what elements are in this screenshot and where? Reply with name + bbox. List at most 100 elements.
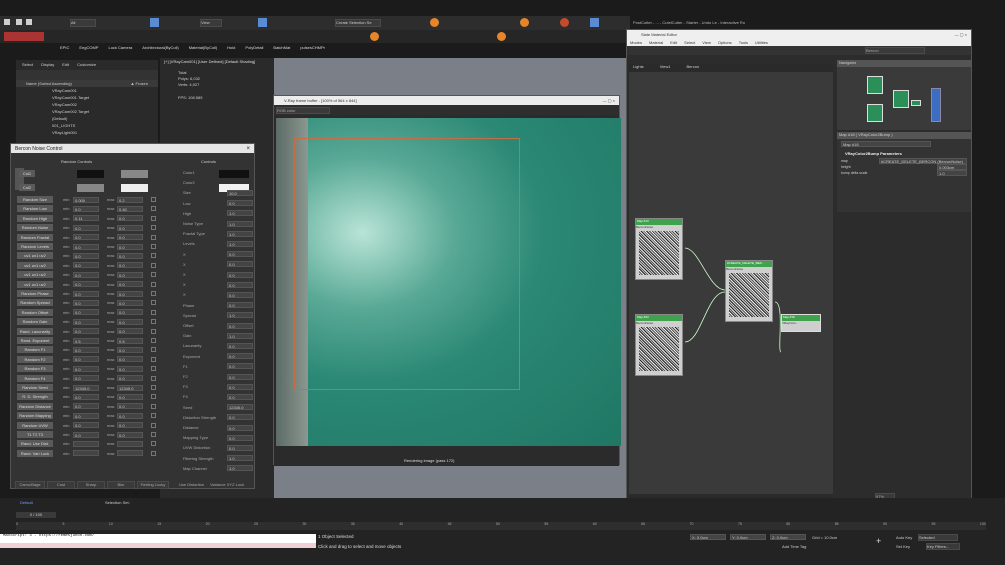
max-field[interactable]: 0.0: [117, 309, 143, 316]
random-toggle-button[interactable]: Random Phase: [17, 290, 53, 297]
row-checkbox[interactable]: [151, 328, 156, 334]
random-toggle-button[interactable]: Random F3: [17, 365, 53, 373]
max-field[interactable]: 0.0: [117, 393, 143, 400]
row-checkbox[interactable]: [151, 394, 156, 400]
min-field[interactable]: 0.0: [73, 262, 99, 269]
min-field[interactable]: 0.0: [73, 290, 99, 297]
close-icon[interactable]: ×: [246, 146, 254, 152]
row-checkbox[interactable]: [151, 347, 156, 353]
row-checkbox[interactable]: [151, 441, 156, 447]
tab-lights[interactable]: Lights: [633, 64, 644, 72]
col1-max-swatch[interactable]: [121, 170, 148, 178]
timeline-ruler[interactable]: 0 5 10 15 20 25 30 35 40 45 50 55 60 65 70 75 80 85 90 95 10…: [16, 522, 986, 530]
random-toggle-button[interactable]: Random Gain: [17, 318, 53, 326]
explorer-menu-display[interactable]: Display: [41, 62, 54, 67]
random-toggle-button[interactable]: Rand. Vari Lock: [17, 449, 53, 457]
ref-coord-dropdown[interactable]: View: [200, 19, 222, 27]
max-field[interactable]: 0.0: [117, 365, 143, 372]
explorer-name-header[interactable]: Name (Sorted Ascending): [26, 81, 72, 86]
menu-edit[interactable]: Edit: [670, 40, 677, 45]
control-field[interactable]: 0.0: [227, 281, 253, 288]
list-item[interactable]: VRayCam002: [52, 101, 158, 108]
random-toggle-button[interactable]: uv1 uv1 uv2: [17, 261, 53, 269]
max-field[interactable]: 0.40: [117, 205, 143, 212]
min-field[interactable]: 0.0: [73, 403, 99, 410]
node-map23[interactable]: Map #23 BerconNoise: [635, 314, 683, 376]
render-setup-icon[interactable]: [430, 18, 439, 27]
control-field[interactable]: 1.0: [227, 220, 253, 227]
max-field[interactable]: 0.0: [117, 431, 143, 438]
max-field[interactable]: 0.0: [117, 328, 143, 335]
row-checkbox[interactable]: [151, 206, 156, 212]
selection-set-label[interactable]: Selection Set:: [105, 500, 130, 505]
play-icon[interactable]: +: [876, 536, 886, 546]
control-field[interactable]: 0.0: [227, 302, 253, 309]
min-field[interactable]: 0.0: [73, 412, 99, 419]
max-field[interactable]: 0.0: [117, 318, 143, 325]
list-item[interactable]: VRayCam002.Target: [52, 108, 158, 115]
control-field[interactable]: 1.0: [227, 240, 253, 247]
tab-bercon[interactable]: Bercon: [687, 64, 700, 72]
min-field[interactable]: 0.000: [73, 196, 99, 203]
row-checkbox[interactable]: [151, 234, 156, 240]
row-checkbox[interactable]: [151, 356, 156, 362]
row-checkbox[interactable]: [151, 244, 156, 249]
min-field[interactable]: 0.0: [73, 375, 99, 382]
max-field[interactable]: 12345.0: [117, 384, 143, 391]
vray-icon[interactable]: [560, 18, 569, 27]
variance-lock-checkbox[interactable]: Variance XYZ Lock: [210, 482, 244, 487]
max-field[interactable]: [117, 450, 143, 457]
max-field[interactable]: 0.0: [117, 412, 143, 419]
undo-icon[interactable]: [4, 19, 10, 25]
row-checkbox[interactable]: [151, 413, 156, 419]
shelf-mat[interactable]: Material(ByColl): [189, 45, 217, 54]
material-ball-icon[interactable]: [497, 32, 506, 41]
set-key-button[interactable]: Set Key: [896, 544, 910, 549]
select-move-icon[interactable]: [150, 18, 159, 27]
ribbon-icons[interactable]: [4, 32, 44, 41]
key-mode-dropdown[interactable]: Selected: [918, 534, 958, 541]
explorer-menu-edit[interactable]: Edit: [62, 62, 69, 67]
render-region[interactable]: [294, 138, 520, 390]
max-field[interactable]: 0.0: [117, 356, 143, 363]
random-toggle-button[interactable]: Rand. Lacunarity: [17, 327, 53, 335]
control-field[interactable]: 0.0: [227, 414, 253, 421]
material-sphere-icon[interactable]: [370, 32, 379, 41]
max-field[interactable]: 0.0: [117, 375, 143, 382]
min-field[interactable]: 0.0: [73, 243, 99, 250]
shelf-epic[interactable]: EPIC: [60, 45, 69, 54]
list-item[interactable]: 001_LIGHTS: [52, 122, 158, 129]
max-field[interactable]: 0.0: [117, 271, 143, 278]
max-field[interactable]: 0.0: [117, 403, 143, 410]
max-field[interactable]: [117, 440, 143, 447]
menu-modes[interactable]: Modes: [630, 40, 642, 45]
use-distortion-checkbox[interactable]: Use Distortion: [179, 482, 204, 487]
min-field[interactable]: 0.0: [73, 328, 99, 335]
min-field[interactable]: 0.0: [73, 422, 99, 429]
random-toggle-button[interactable]: Random Size: [17, 196, 53, 203]
control-field[interactable]: 1.0: [227, 312, 253, 319]
max-field[interactable]: 0.0: [117, 224, 143, 231]
control-field[interactable]: 0.0: [227, 271, 253, 278]
random-toggle-button[interactable]: uv1 uv1 uv2: [17, 271, 53, 279]
random-toggle-button[interactable]: Random Low: [17, 205, 53, 213]
window-controls-icon[interactable]: — ▢ ×: [603, 98, 619, 103]
shelf-polydetail[interactable]: PolyDetail: [245, 45, 263, 54]
min-field[interactable]: 0.11: [73, 215, 99, 222]
y-coord[interactable]: Y: 0.0cm: [730, 534, 766, 540]
shelf-batchmat[interactable]: BatchMat: [273, 45, 290, 54]
random-toggle-button[interactable]: Rand. Exponent: [17, 337, 53, 344]
vray-vfb-icon[interactable]: [590, 18, 599, 27]
max-field[interactable]: 0.0: [117, 422, 143, 429]
explorer-menu-customize[interactable]: Customize: [77, 62, 96, 67]
control-field[interactable]: 0.0: [227, 444, 253, 451]
node-map18[interactable]: Map #18 VRayColo...: [781, 314, 821, 332]
random-toggle-button[interactable]: Random Distance: [17, 402, 53, 410]
random-toggle-button[interactable]: Random F2: [17, 355, 53, 363]
node-bercon-main[interactable]: #CREATE_DELETE_BER... BerconNoise: [725, 260, 773, 322]
add-time-tag[interactable]: Add Time Tag: [782, 544, 806, 549]
row-checkbox[interactable]: [151, 291, 156, 296]
max-field[interactable]: 0.0: [117, 234, 143, 241]
explorer-frozen-header[interactable]: ▲ Frozen: [130, 81, 148, 86]
row-checkbox[interactable]: [151, 450, 156, 456]
